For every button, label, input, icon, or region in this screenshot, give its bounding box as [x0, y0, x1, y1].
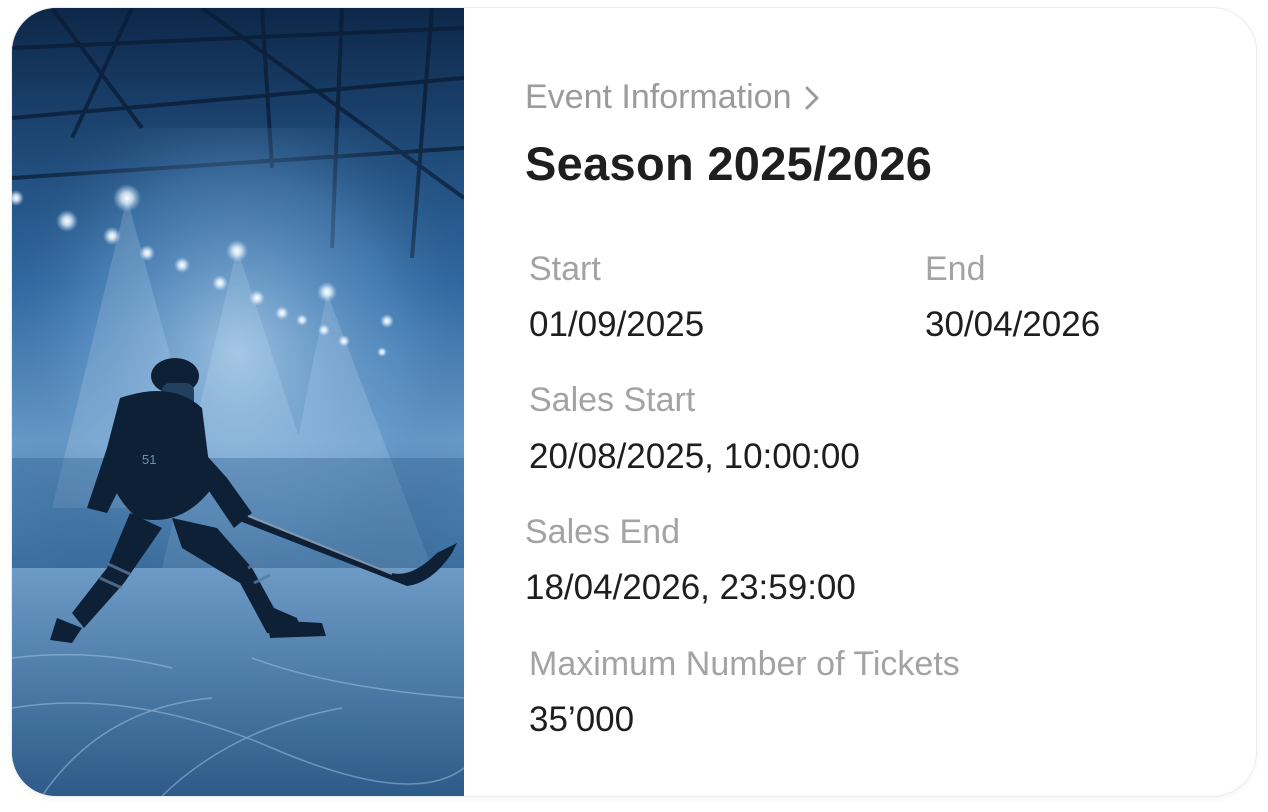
chevron-right-icon: [805, 86, 819, 109]
end-value: 30/04/2026: [925, 305, 1101, 344]
max-tickets-label: Maximum Number of Tickets: [529, 645, 960, 683]
sales-start-label: Sales Start: [529, 381, 696, 419]
event-card: 51 Event Information Season 2025/2026 St…: [12, 8, 1256, 796]
sales-start-value: 20/08/2025, 10:00:00: [529, 437, 860, 476]
end-label: End: [925, 250, 986, 288]
start-value: 01/09/2025: [529, 305, 705, 344]
sales-end-value: 18/04/2026, 23:59:00: [525, 568, 856, 607]
jersey-number: 51: [142, 452, 156, 467]
start-label: Start: [529, 250, 601, 288]
hockey-player-photo: 51: [12, 8, 464, 796]
event-information-link[interactable]: Event Information: [525, 78, 823, 117]
sales-end-label: Sales End: [525, 513, 680, 551]
event-info-panel: Event Information Season 2025/2026 Start…: [464, 8, 1256, 796]
event-title: Season 2025/2026: [525, 137, 933, 190]
breadcrumb-label: Event Information: [525, 78, 792, 116]
max-tickets-value: 35’000: [529, 700, 635, 739]
